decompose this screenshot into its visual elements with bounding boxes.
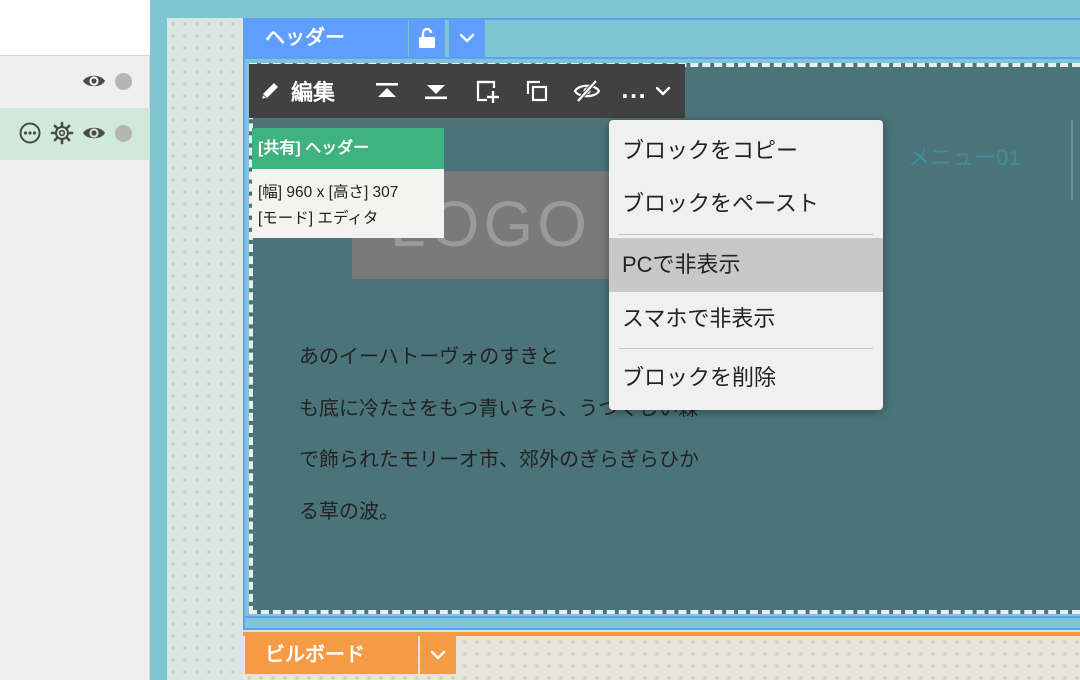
layer-panel: [0, 0, 150, 680]
chevron-down-icon: [655, 86, 671, 96]
lock-open-icon: [419, 27, 435, 48]
edit-button[interactable]: 編集: [259, 64, 359, 118]
status-dot: [115, 73, 132, 90]
add-block-button[interactable]: [469, 64, 505, 118]
layer-row-selected[interactable]: [0, 108, 150, 160]
nav-divider: [1071, 120, 1073, 200]
move-top-icon: [376, 83, 398, 97]
hide-button[interactable]: [569, 64, 605, 118]
menu-divider: [619, 234, 873, 235]
menu-item-copy-block[interactable]: ブロックをコピー: [609, 124, 883, 178]
lock-button[interactable]: [409, 19, 445, 57]
more-menu-button[interactable]: ...: [615, 64, 677, 118]
eye-icon[interactable]: [82, 121, 106, 145]
layer-panel-header: [0, 0, 150, 56]
nav-menu-item[interactable]: メニュー01: [908, 140, 1020, 172]
paragraph-line: で飾られたモリーオ市、郊外のぎらぎらひか: [299, 449, 699, 471]
menu-item-delete-block[interactable]: ブロックを削除: [609, 351, 883, 405]
menu-divider: [619, 348, 873, 349]
menu-item-paste-block[interactable]: ブロックをペースト: [609, 177, 883, 231]
header-section-tab[interactable]: ヘッダー: [245, 19, 408, 57]
paragraph-line: る草の波。: [299, 500, 399, 523]
move-bottom-icon: [425, 85, 447, 100]
section-outline: [243, 628, 1080, 630]
layer-row[interactable]: [0, 56, 150, 108]
more-label: ...: [621, 79, 647, 103]
duplicate-icon: [526, 80, 548, 102]
eye-icon[interactable]: [82, 69, 106, 93]
duplicate-button[interactable]: [519, 64, 555, 118]
billboard-menu-button[interactable]: [420, 636, 456, 674]
chevron-down-icon: [459, 33, 475, 43]
menu-item-hide-on-smartphone[interactable]: スマホで非表示: [609, 292, 883, 346]
block-info-tag: [共有] ヘッダー [幅] 960 x [高さ] 307 [モード] エディタ: [252, 128, 444, 238]
section-outline: [243, 57, 1080, 59]
block-info-title: [共有] ヘッダー: [252, 128, 444, 169]
edit-label: 編集: [291, 80, 336, 105]
block-mode-label: [モード] エディタ: [258, 210, 379, 227]
block-more-dropdown: ブロックをコピー ブロックをペースト PCで非表示 スマホで非表示 ブロックを削…: [609, 120, 883, 410]
more-circle-icon[interactable]: [18, 121, 42, 145]
menu-item-hide-on-pc[interactable]: PCで非表示: [609, 238, 883, 292]
hide-icon: [573, 79, 601, 103]
block-toolbar: 編集 ...: [249, 64, 685, 118]
status-dot: [115, 125, 132, 142]
section-outline: [243, 616, 1080, 618]
billboard-section-tab[interactable]: ビルボード: [245, 636, 418, 674]
pencil-icon: [262, 83, 278, 99]
section-menu-button[interactable]: [449, 19, 485, 57]
move-top-button[interactable]: [369, 64, 405, 118]
chevron-down-icon: [430, 650, 446, 660]
gear-icon[interactable]: [50, 121, 74, 145]
block-size-label: [幅] 960 x [高さ] 307: [258, 184, 399, 201]
section-outline: [243, 18, 245, 630]
add-block-icon: [476, 80, 499, 103]
move-bottom-button[interactable]: [418, 64, 454, 118]
